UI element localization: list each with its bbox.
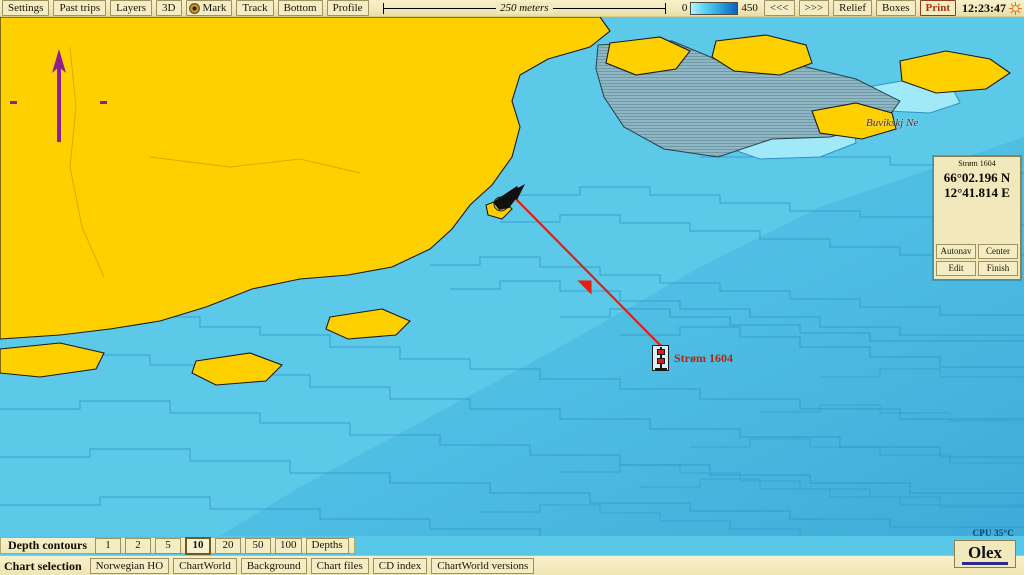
finish-button[interactable]: Finish: [978, 261, 1018, 276]
nautical-chart-canvas[interactable]: Strøm 1604 Buvikskj Ne Strøm 1604 66°02.…: [0, 17, 1024, 536]
contour-10-button[interactable]: 10: [185, 536, 212, 555]
olex-logo-bar: [962, 561, 1008, 565]
depth-gradient-swatch[interactable]: [690, 1, 739, 15]
top-toolbar: Settings Past trips Layers 3D Mark Track…: [0, 0, 1024, 17]
target-dot-icon: [188, 2, 200, 14]
settings-button-label: Settings: [8, 1, 44, 14]
latitude-value: 66°02.196 N: [943, 170, 1011, 185]
north-arrow-icon: [48, 47, 70, 147]
layers-button[interactable]: Layers: [110, 0, 153, 16]
nav-prev-label: <<<: [769, 1, 789, 14]
olex-chart-application: Settings Past trips Layers 3D Mark Track…: [0, 0, 1024, 575]
olex-logo-text: Olex: [968, 542, 1002, 562]
olex-logo: Olex: [954, 540, 1016, 568]
depth-range-min: 0: [681, 2, 688, 14]
clock-display: 12:23:47: [962, 0, 1006, 15]
north-arrow-tick-left: [10, 101, 17, 104]
depth-contours-label: Depth contours: [8, 538, 88, 552]
cpu-temperature-status: CPU 35°C: [972, 528, 1014, 538]
chart-source-background-button[interactable]: Background: [240, 558, 307, 574]
info-panel-buttons: Autonav Center Edit Finish: [934, 244, 1020, 277]
cd-index-button[interactable]: CD index: [372, 558, 428, 574]
vessel-arrow-icon[interactable]: [487, 182, 531, 218]
mark-button-label: Mark: [202, 1, 227, 14]
info-panel-spacer: [934, 200, 1020, 244]
bottom-button[interactable]: Bottom: [277, 0, 323, 16]
3d-button[interactable]: 3D: [156, 0, 182, 16]
nav-next-label: >>>: [804, 1, 824, 14]
north-arrow-tick-right: [100, 101, 107, 104]
contour-20-button[interactable]: 20: [215, 537, 242, 554]
center-button[interactable]: Center: [978, 244, 1018, 259]
contour-1-button[interactable]: 1: [95, 537, 122, 554]
depth-contours-panel: Depth contours 1 2 5 10 20 50 100 Depths: [0, 536, 355, 555]
chart-files-button[interactable]: Chart files: [310, 558, 369, 574]
beacon-flag-icon[interactable]: [652, 345, 669, 371]
layers-button-label: Layers: [116, 1, 147, 14]
contour-2-button[interactable]: 2: [125, 537, 152, 554]
info-panel-title: Strøm 1604: [958, 159, 996, 168]
edit-button[interactable]: Edit: [936, 261, 976, 276]
chart-source-chartworld-button[interactable]: ChartWorld: [173, 558, 237, 574]
past-trips-button[interactable]: Past trips: [53, 0, 107, 16]
chart-source-norwegian-ho-button[interactable]: Norwegian HO: [89, 558, 170, 574]
nav-next-button[interactable]: >>>: [798, 0, 830, 16]
print-button[interactable]: Print: [919, 0, 956, 16]
chart-vector-layer: [0, 17, 1024, 536]
scale-bar: 250 meters: [377, 1, 672, 15]
relief-button-label: Relief: [839, 1, 867, 14]
waypoint-info-panel: Strøm 1604 66°02.196 N 12°41.814 E Auton…: [933, 156, 1021, 280]
depths-button[interactable]: Depths: [305, 537, 349, 554]
track-button[interactable]: Track: [236, 0, 274, 16]
depth-range-max: 450: [741, 2, 758, 14]
waypoint-label: Strøm 1604: [674, 351, 733, 365]
relief-button[interactable]: Relief: [833, 0, 873, 16]
scale-bar-label: 250 meters: [495, 2, 553, 14]
nav-prev-button[interactable]: <<<: [763, 0, 795, 16]
track-button-label: Track: [242, 1, 268, 14]
brightness-sun-icon[interactable]: [1009, 1, 1022, 15]
print-button-label: Print: [925, 1, 950, 14]
autonav-button[interactable]: Autonav: [936, 244, 976, 259]
profile-button[interactable]: Profile: [326, 0, 369, 16]
longitude-value: 12°41.814 E: [944, 185, 1010, 200]
chart-selection-label: Chart selection: [4, 558, 82, 573]
settings-button[interactable]: Settings: [2, 0, 50, 16]
3d-button-label: 3D: [162, 1, 176, 14]
place-label-buvikskj: Buvikskj Ne: [866, 117, 919, 129]
profile-button-label: Profile: [332, 1, 363, 14]
boxes-button[interactable]: Boxes: [876, 0, 916, 16]
waypoint-marker[interactable]: Strøm 1604: [652, 345, 733, 371]
chart-selection-bar: Chart selection Norwegian HO ChartWorld …: [0, 555, 1024, 575]
boxes-button-label: Boxes: [882, 1, 910, 14]
bottom-button-label: Bottom: [283, 1, 317, 14]
contour-5-button[interactable]: 5: [155, 537, 182, 554]
scale-bar-right-cap: [664, 3, 666, 14]
depth-contours-bar: Depth contours 1 2 5 10 20 50 100 Depths: [0, 536, 1024, 555]
contour-100-button[interactable]: 100: [275, 537, 302, 554]
contour-50-button[interactable]: 50: [245, 537, 272, 554]
chartworld-versions-button[interactable]: ChartWorld versions: [431, 558, 535, 574]
depth-range-legend[interactable]: 0 450: [681, 1, 758, 15]
scale-bar-left-cap: [382, 3, 384, 14]
mark-button[interactable]: Mark: [185, 0, 233, 16]
past-trips-button-label: Past trips: [59, 1, 101, 14]
